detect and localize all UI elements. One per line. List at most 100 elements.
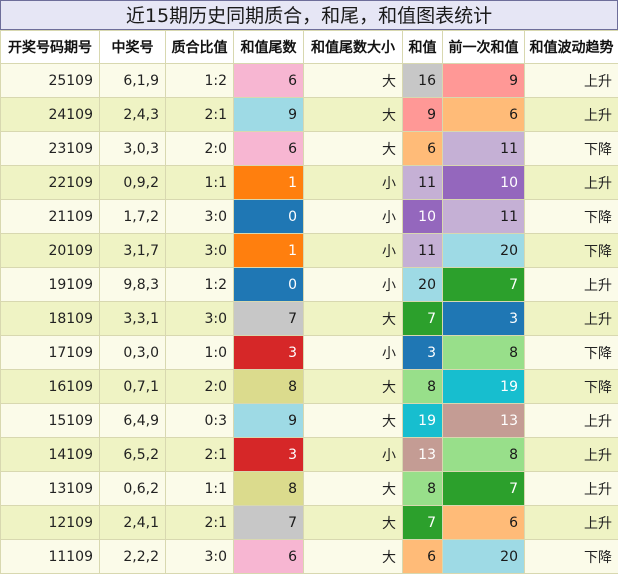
cell-trend: 上升 — [524, 267, 618, 302]
cell-period: 11109 — [0, 539, 100, 574]
cell-trend: 上升 — [524, 97, 618, 132]
cell-tail: 6 — [233, 63, 304, 98]
cell-size: 大 — [303, 97, 403, 132]
table-row: 21109 1,7,2 3:0 0 小 10 11 下降 — [0, 199, 618, 234]
cell-trend: 上升 — [524, 505, 618, 540]
cell-prev-sum: 19 — [442, 369, 525, 404]
table-row: 16109 0,7,1 2:0 8 大 8 19 下降 — [0, 369, 618, 404]
cell-ratio: 2:1 — [165, 505, 234, 540]
cell-ratio: 2:1 — [165, 97, 234, 132]
cell-tail: 6 — [233, 131, 304, 166]
table-row: 12109 2,4,1 2:1 7 大 7 6 上升 — [0, 505, 618, 540]
cell-tail: 3 — [233, 335, 304, 370]
cell-ratio: 1:1 — [165, 471, 234, 506]
cell-ratio: 1:0 — [165, 335, 234, 370]
cell-tail: 6 — [233, 539, 304, 574]
cell-size: 小 — [303, 165, 403, 200]
table-row: 18109 3,3,1 3:0 7 大 7 3 上升 — [0, 301, 618, 336]
cell-size: 大 — [303, 403, 403, 438]
cell-tail: 7 — [233, 301, 304, 336]
table-row: 15109 6,4,9 0:3 9 大 19 13 上升 — [0, 403, 618, 438]
header-ratio: 质合比值 — [165, 30, 234, 64]
cell-tail: 0 — [233, 267, 304, 302]
cell-period: 24109 — [0, 97, 100, 132]
cell-prev-sum: 6 — [442, 97, 525, 132]
cell-trend: 下降 — [524, 369, 618, 404]
cell-tail: 1 — [233, 165, 304, 200]
table-row: 22109 0,9,2 1:1 1 小 11 10 上升 — [0, 165, 618, 200]
cell-number: 9,8,3 — [99, 267, 166, 302]
cell-tail: 0 — [233, 199, 304, 234]
cell-tail: 7 — [233, 505, 304, 540]
cell-period: 15109 — [0, 403, 100, 438]
cell-size: 大 — [303, 471, 403, 506]
cell-number: 6,5,2 — [99, 437, 166, 472]
cell-period: 18109 — [0, 301, 100, 336]
cell-prev-sum: 8 — [442, 437, 525, 472]
cell-trend: 上升 — [524, 403, 618, 438]
table-row: 25109 6,1,9 1:2 6 大 16 9 上升 — [0, 63, 618, 98]
table-title: 近15期历史同期质合，和尾，和值图表统计 — [0, 0, 618, 30]
cell-sum: 20 — [402, 267, 443, 302]
cell-sum: 11 — [402, 165, 443, 200]
cell-trend: 下降 — [524, 131, 618, 166]
cell-period: 17109 — [0, 335, 100, 370]
table-row: 23109 3,0,3 2:0 6 大 6 11 下降 — [0, 131, 618, 166]
cell-ratio: 3:0 — [165, 233, 234, 268]
cell-sum: 11 — [402, 233, 443, 268]
cell-ratio: 3:0 — [165, 199, 234, 234]
cell-sum: 9 — [402, 97, 443, 132]
cell-number: 2,4,3 — [99, 97, 166, 132]
cell-ratio: 3:0 — [165, 539, 234, 574]
cell-sum: 16 — [402, 63, 443, 98]
cell-number: 0,7,1 — [99, 369, 166, 404]
cell-trend: 下降 — [524, 233, 618, 268]
cell-sum: 8 — [402, 369, 443, 404]
cell-sum: 10 — [402, 199, 443, 234]
header-trend: 和值波动趋势 — [524, 30, 618, 64]
table-row: 19109 9,8,3 1:2 0 小 20 7 上升 — [0, 267, 618, 302]
cell-ratio: 0:3 — [165, 403, 234, 438]
cell-number: 3,1,7 — [99, 233, 166, 268]
cell-sum: 6 — [402, 131, 443, 166]
cell-number: 3,0,3 — [99, 131, 166, 166]
cell-sum: 7 — [402, 505, 443, 540]
cell-number: 0,3,0 — [99, 335, 166, 370]
cell-size: 大 — [303, 505, 403, 540]
cell-period: 22109 — [0, 165, 100, 200]
cell-size: 小 — [303, 199, 403, 234]
cell-sum: 6 — [402, 539, 443, 574]
cell-trend: 下降 — [524, 539, 618, 574]
cell-prev-sum: 13 — [442, 403, 525, 438]
stats-panel: 近15期历史同期质合，和尾，和值图表统计 开奖号码期号 中奖号 质合比值 和值尾… — [0, 0, 618, 576]
stats-table: 开奖号码期号 中奖号 质合比值 和值尾数 和值尾数大小 和值 前一次和值 和值波… — [0, 30, 618, 574]
cell-trend: 下降 — [524, 199, 618, 234]
cell-size: 大 — [303, 301, 403, 336]
table-row: 20109 3,1,7 3:0 1 小 11 20 下降 — [0, 233, 618, 268]
cell-prev-sum: 3 — [442, 301, 525, 336]
cell-trend: 上升 — [524, 165, 618, 200]
cell-ratio: 1:2 — [165, 267, 234, 302]
table-row: 11109 2,2,2 3:0 6 大 6 20 下降 — [0, 539, 618, 574]
cell-prev-sum: 6 — [442, 505, 525, 540]
cell-prev-sum: 11 — [442, 131, 525, 166]
cell-period: 21109 — [0, 199, 100, 234]
cell-tail: 9 — [233, 97, 304, 132]
cell-period: 23109 — [0, 131, 100, 166]
table-row: 17109 0,3,0 1:0 3 小 3 8 下降 — [0, 335, 618, 370]
cell-sum: 3 — [402, 335, 443, 370]
cell-number: 2,4,1 — [99, 505, 166, 540]
cell-trend: 下降 — [524, 335, 618, 370]
cell-sum: 7 — [402, 301, 443, 336]
cell-tail: 8 — [233, 471, 304, 506]
cell-size: 小 — [303, 335, 403, 370]
cell-period: 19109 — [0, 267, 100, 302]
cell-size: 大 — [303, 131, 403, 166]
cell-trend: 上升 — [524, 437, 618, 472]
cell-period: 16109 — [0, 369, 100, 404]
cell-size: 大 — [303, 63, 403, 98]
cell-number: 3,3,1 — [99, 301, 166, 336]
cell-period: 14109 — [0, 437, 100, 472]
header-row: 开奖号码期号 中奖号 质合比值 和值尾数 和值尾数大小 和值 前一次和值 和值波… — [0, 30, 618, 64]
cell-prev-sum: 7 — [442, 471, 525, 506]
